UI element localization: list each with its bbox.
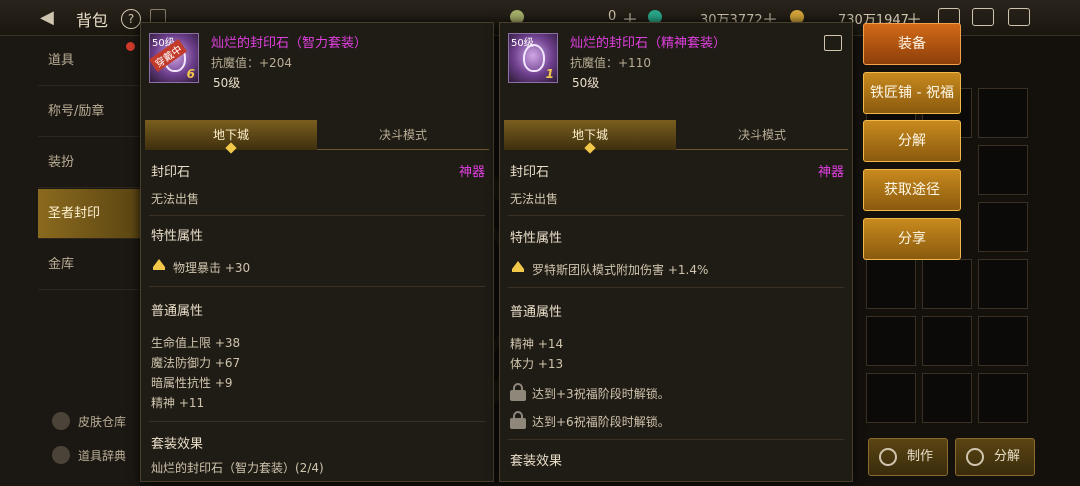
- sidebar-item-vault[interactable]: 金库: [38, 240, 140, 290]
- normal-attributes-title: 普通属性: [151, 304, 204, 319]
- bulk-disassemble-button[interactable]: 分解: [955, 438, 1035, 476]
- inventory-slot[interactable]: [978, 88, 1028, 138]
- inventory-slot[interactable]: [922, 316, 972, 366]
- craft-label: 制作: [907, 449, 934, 464]
- page-title: 背包: [76, 11, 109, 30]
- special-attributes-title: 特性属性: [510, 231, 563, 246]
- lock-icon: [510, 383, 526, 401]
- mode-tabs: 地下城 决斗模式: [504, 120, 848, 154]
- divider: [149, 421, 485, 422]
- seal-stone-item-icon: 50级 穿戴中 6: [148, 33, 199, 83]
- inventory-slot[interactable]: [978, 202, 1028, 252]
- sell-status: 无法出售: [510, 192, 559, 206]
- back-arrow-icon[interactable]: ◀: [40, 7, 68, 29]
- disassemble-icon: [966, 448, 984, 466]
- normal-attributes-title: 普通属性: [510, 305, 563, 320]
- seal-stone-item-icon: 50级 1: [508, 33, 558, 83]
- locked-attribute: 达到+6祝福阶段时解锁。: [532, 415, 670, 429]
- inventory-slot[interactable]: [866, 316, 916, 366]
- normal-attribute: 生命值上限 +38: [151, 336, 241, 350]
- item-resist: 抗魔值：+110: [570, 56, 651, 70]
- divider: [508, 215, 844, 216]
- sidebar: 道具 称号/励章 装扮 圣者封印 金库 皮肤仓库 道具辞典: [0, 36, 140, 486]
- inventory-slot[interactable]: [978, 145, 1028, 195]
- blacksmith-bless-button[interactable]: 铁匠铺 - 祝福: [863, 72, 961, 114]
- item-stack-count: 1: [545, 67, 554, 81]
- normal-attribute: 暗属性抗性 +9: [151, 376, 233, 390]
- share-button[interactable]: 分享: [863, 218, 961, 260]
- disassemble-label: 分解: [994, 449, 1021, 464]
- inventory-slot[interactable]: [866, 259, 916, 309]
- disassemble-button[interactable]: 分解: [863, 120, 961, 162]
- mail-icon[interactable]: [972, 8, 994, 26]
- normal-attribute: 精神 +11: [151, 396, 205, 410]
- sidebar-item-avatar[interactable]: 装扮: [38, 138, 140, 188]
- mode-tabs: 地下城 决斗模式: [145, 120, 489, 154]
- skin-storage-icon: [52, 412, 70, 430]
- item-category: 封印石: [151, 165, 191, 180]
- set-effect-name: 灿烂的封印石（智力套装）(2/4): [151, 461, 324, 475]
- set-effect-title: 套装效果: [151, 437, 204, 452]
- item-tooltip-equipped: 50级 穿戴中 6 灿烂的封印石（智力套装） 抗魔值：+204 50级 地下城 …: [140, 22, 494, 482]
- craft-icon: [879, 448, 897, 466]
- item-tooltip-selected: 50级 1 灿烂的封印石（精神套装） 抗魔值：+110 50级 地下城 决斗模式…: [499, 22, 853, 482]
- dictionary-icon: [52, 446, 70, 464]
- special-attribute: 罗特斯团队模式附加伤害 +1.4%: [532, 263, 709, 277]
- sidebar-item-titles[interactable]: 称号/励章: [38, 87, 140, 137]
- locked-attribute: 达到+3祝福阶段时解锁。: [532, 387, 670, 401]
- divider: [149, 286, 485, 287]
- equip-button[interactable]: 装备: [863, 23, 961, 65]
- item-level: 50级: [213, 76, 241, 90]
- sidebar-item-seals[interactable]: 圣者封印: [38, 189, 140, 239]
- crown-icon: [153, 259, 165, 270]
- item-level: 50级: [572, 76, 600, 90]
- special-attributes-title: 特性属性: [151, 229, 204, 244]
- tab-pvp[interactable]: 决斗模式: [317, 120, 489, 150]
- tab-pvp[interactable]: 决斗模式: [676, 120, 848, 150]
- item-resist: 抗魔值：+204: [211, 56, 292, 70]
- inventory-slot[interactable]: [978, 259, 1028, 309]
- crown-icon: [512, 261, 524, 272]
- divider: [149, 215, 485, 216]
- chat-icon[interactable]: [1008, 8, 1030, 26]
- inventory-slot[interactable]: [922, 373, 972, 423]
- share-icon[interactable]: [824, 35, 842, 51]
- help-icon[interactable]: ?: [121, 9, 141, 29]
- inventory-slot[interactable]: [978, 373, 1028, 423]
- lock-icon: [510, 411, 526, 429]
- item-name: 灿烂的封印石（智力套装）: [211, 36, 368, 51]
- inventory-slot[interactable]: [866, 373, 916, 423]
- normal-attribute: 体力 +13: [510, 357, 564, 371]
- sell-status: 无法出售: [151, 192, 200, 206]
- item-tier: 神器: [817, 165, 844, 180]
- skin-storage-link[interactable]: 皮肤仓库: [78, 413, 126, 430]
- normal-attribute: 精神 +14: [510, 337, 564, 351]
- notification-dot: [126, 42, 135, 51]
- special-attribute: 物理暴击 +30: [173, 261, 251, 275]
- sidebar-item-items[interactable]: 道具: [38, 36, 140, 86]
- item-category: 封印石: [510, 165, 550, 180]
- craft-button[interactable]: 制作: [868, 438, 948, 476]
- divider: [508, 287, 844, 288]
- item-name: 灿烂的封印石（精神套装）: [570, 36, 727, 51]
- item-tier: 神器: [458, 165, 485, 180]
- item-dictionary-link[interactable]: 道具辞典: [78, 447, 126, 464]
- set-effect-title: 套装效果: [510, 454, 563, 469]
- item-stack-count: 6: [186, 67, 195, 81]
- normal-attribute: 魔法防御力 +67: [151, 356, 241, 370]
- inventory-slot[interactable]: [922, 259, 972, 309]
- obtain-source-button[interactable]: 获取途径: [863, 169, 961, 211]
- inventory-slot[interactable]: [978, 316, 1028, 366]
- divider: [508, 439, 844, 440]
- item-level-tag: 50级: [511, 38, 534, 49]
